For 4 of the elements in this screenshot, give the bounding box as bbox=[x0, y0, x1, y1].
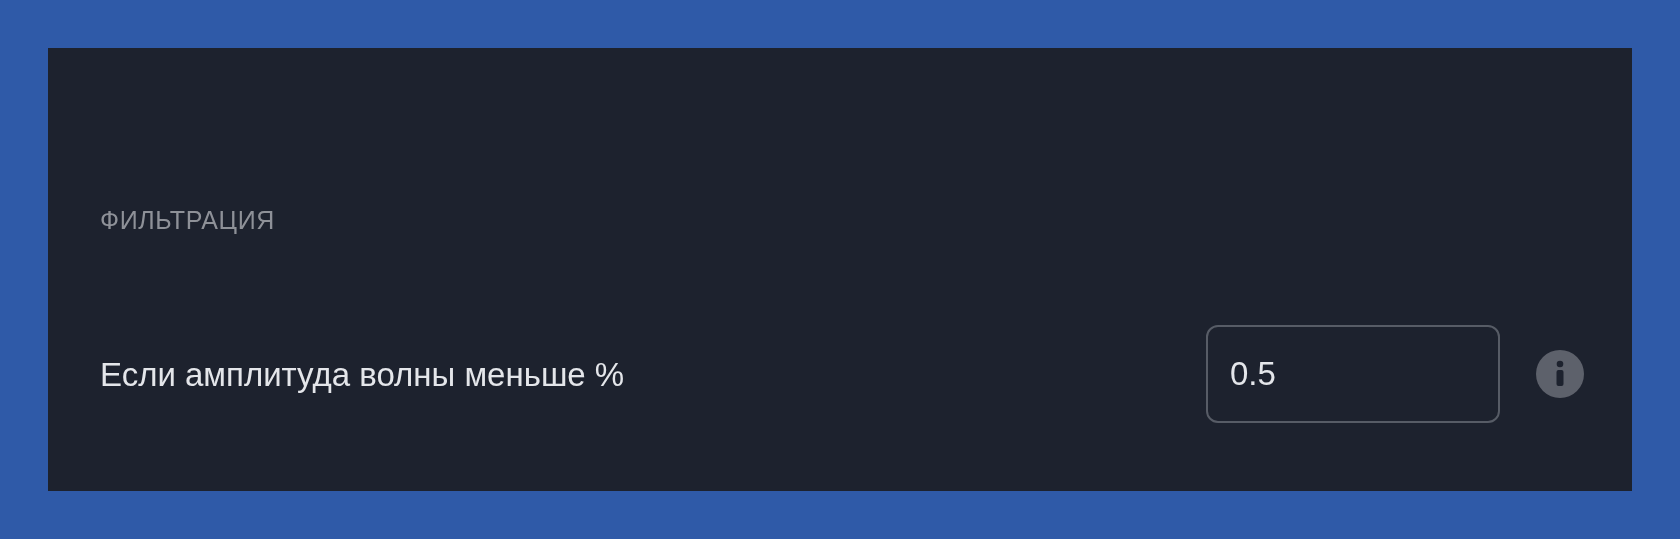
setting-label: Если амплитуда волны меньше % bbox=[100, 357, 625, 391]
input-field[interactable]: 0.5 bbox=[1206, 325, 1500, 423]
info-icon[interactable] bbox=[1536, 350, 1584, 398]
section-title: ФИЛЬТРАЦИЯ bbox=[100, 208, 275, 233]
